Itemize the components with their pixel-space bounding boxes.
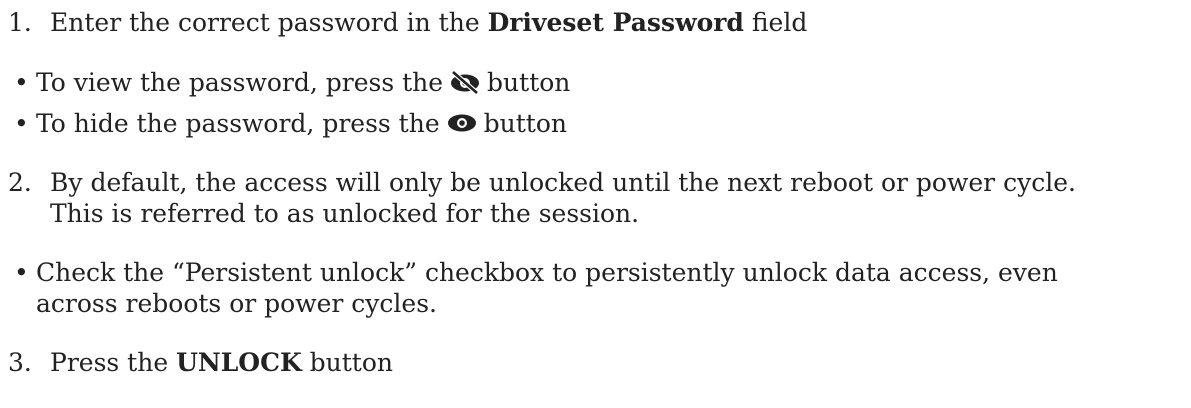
eye-slash-icon xyxy=(447,70,483,101)
step-1: 1. Enter the correct password in the Driv… xyxy=(0,8,807,38)
step-3-number: 3. xyxy=(8,348,32,377)
step-1-number: 1. xyxy=(8,8,32,37)
step-3-text-pre: Press the xyxy=(50,348,177,377)
step-3: 3. Press the UNLOCK button xyxy=(0,348,393,378)
step-3-text-post: button xyxy=(301,348,393,377)
step-1-text-pre: Enter the correct password in the xyxy=(50,8,488,37)
step-2-line-1: 2. By default, the access will only be un… xyxy=(0,168,1076,198)
eye-icon xyxy=(444,111,480,142)
bullet-view-password: • To view the password, press the button xyxy=(0,68,570,101)
bullet-persistent-text-line-2: across reboots or power cycles. xyxy=(36,289,437,318)
bullet-hide-text-post: button xyxy=(483,109,567,138)
step-2-number: 2. xyxy=(8,168,32,197)
step-2-text-line-2: This is referred to as unlocked for the … xyxy=(50,199,640,228)
step-2-line-2: This is referred to as unlocked for the … xyxy=(0,199,639,229)
bullet-marker: • xyxy=(14,258,29,287)
bullet-hide-password: • To hide the password, press the button xyxy=(0,109,567,142)
bullet-persistent-line-2: across reboots or power cycles. xyxy=(0,289,437,319)
step-2-text-line-1: By default, the access will only be unlo… xyxy=(50,168,1076,197)
bullet-marker: • xyxy=(14,109,29,138)
step-1-text-bold: Driveset Password xyxy=(487,8,744,37)
bullet-hide-text-pre: To hide the password, press the xyxy=(36,109,440,138)
bullet-marker: • xyxy=(14,68,29,97)
step-1-text-post: field xyxy=(743,8,808,37)
step-3-text-bold: UNLOCK xyxy=(176,348,302,377)
bullet-view-text-post: button xyxy=(487,68,571,97)
bullet-view-text-pre: To view the password, press the xyxy=(36,68,444,97)
bullet-persistent-text-line-1: Check the “Persistent unlock” checkbox t… xyxy=(36,258,1058,287)
bullet-persistent-unlock: • Check the “Persistent unlock” checkbox … xyxy=(0,258,1058,288)
